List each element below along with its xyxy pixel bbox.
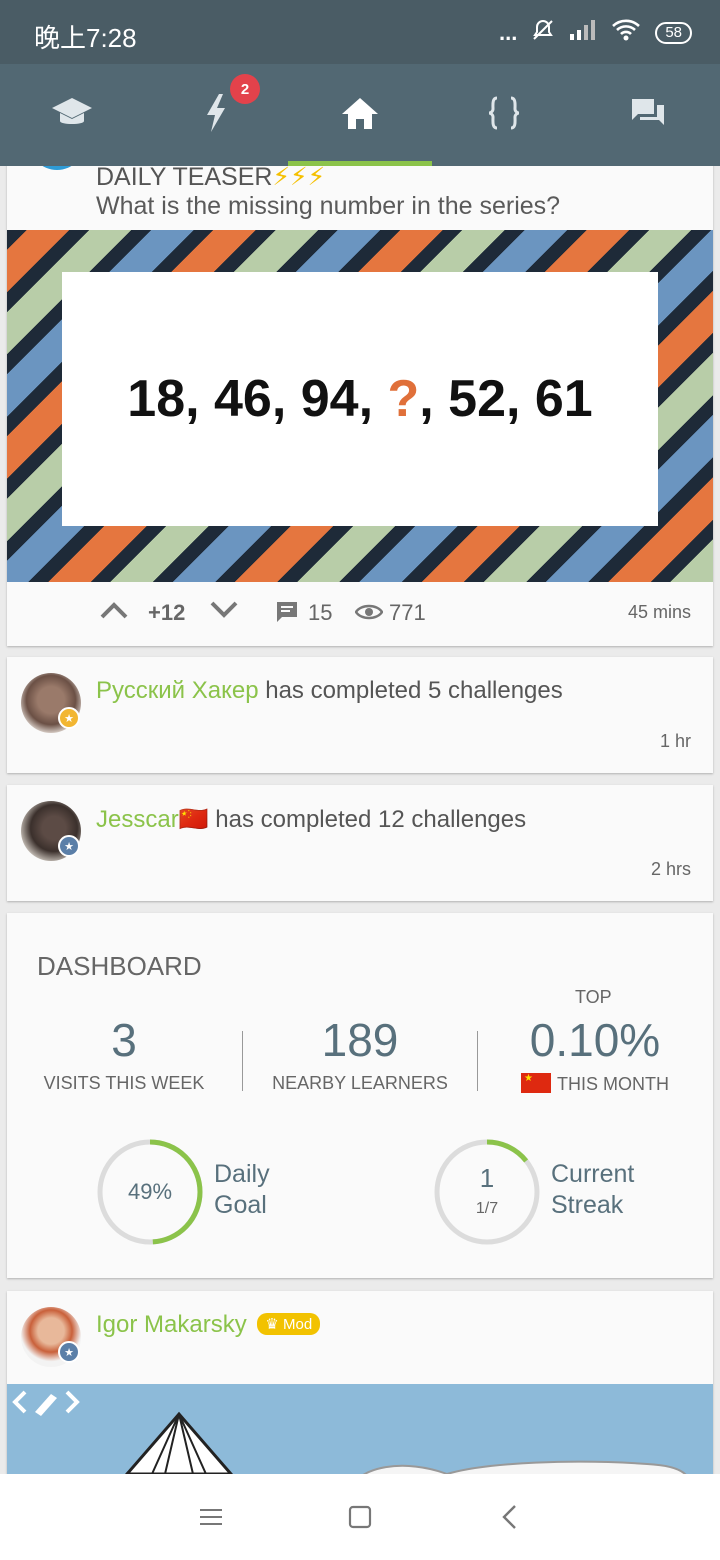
series-missing: ?	[387, 370, 420, 428]
streak-label: Current Streak	[551, 1159, 634, 1221]
battery-indicator: 58	[655, 22, 692, 44]
teaser-image[interactable]: 18, 46, 94, ?, 52, 61	[7, 230, 713, 582]
upvote-icon[interactable]	[99, 600, 129, 626]
user-link[interactable]: Igor Makarsky	[96, 1311, 247, 1338]
app-nav-bar: 2	[0, 64, 720, 166]
lightning-icon	[203, 93, 229, 138]
teaser-series: 18, 46, 94, ?, 52, 61	[127, 369, 592, 429]
comments-icon[interactable]	[275, 600, 299, 630]
mod-label: Mod	[283, 1316, 313, 1333]
bell-muted-icon	[531, 18, 555, 48]
notification-badge: 2	[230, 74, 260, 104]
code-braces-icon	[486, 95, 522, 136]
post-card[interactable]: ★ Igor Makarsky ♛ Mod	[7, 1291, 713, 1474]
top-label: TOP	[575, 987, 612, 1007]
comment-count: 15	[308, 600, 333, 625]
status-time: 晚上7:28	[34, 23, 137, 53]
home-icon	[341, 96, 379, 135]
daily-goal-label-1: Daily	[214, 1160, 270, 1188]
series-part-1: 18, 46, 94,	[127, 370, 388, 428]
status-bar: 晚上7:28 ... 58	[0, 0, 720, 64]
teaser-question: What is the missing number in the series…	[96, 192, 561, 220]
stat-visits: 3 VISITS THIS WEEK	[9, 1013, 239, 1094]
post-author: Igor Makarsky ♛ Mod	[96, 1311, 321, 1339]
graduation-cap-icon	[51, 96, 93, 135]
star-badge-icon: ★	[58, 1341, 80, 1363]
teaser-time: 45 mins	[627, 602, 691, 622]
feed-text: Русский Хакер has completed 5 challenges	[96, 677, 563, 705]
dashboard-title: DASHBOARD	[37, 951, 202, 981]
vote-count: +12	[148, 600, 186, 625]
home-feed[interactable]: DAILY TEASER⚡⚡⚡ What is the missing numb…	[0, 166, 720, 1474]
feed-item[interactable]: ★ Jesscar🇨🇳 has completed 12 challenges …	[7, 785, 713, 901]
star-badge-icon: ★	[58, 707, 80, 729]
feed-action: has completed 12 challenges	[208, 806, 527, 833]
teaser-actions: +12 15 771 45 mins	[7, 582, 713, 646]
china-flag-icon: 🇨🇳	[178, 806, 209, 833]
streak-label-1: Current	[551, 1160, 635, 1188]
feed-action: has completed 5 challenges	[258, 677, 563, 704]
teaser-title: DAILY TEASER	[96, 166, 273, 191]
stat-value: 0.10%	[529, 1014, 661, 1066]
chat-bubbles-icon	[630, 97, 666, 134]
view-count: 771	[389, 600, 426, 625]
dashboard-card: DASHBOARD TOP 3 VISITS THIS WEEK 189 NEA…	[7, 913, 713, 1278]
downvote-icon[interactable]	[209, 600, 239, 626]
daily-goal-label-2: Goal	[214, 1191, 267, 1219]
stat-divider	[477, 1031, 478, 1091]
back-icon[interactable]	[500, 1504, 520, 1535]
daily-teaser-card[interactable]: DAILY TEASER⚡⚡⚡ What is the missing numb…	[7, 166, 713, 646]
nav-discuss-tab[interactable]	[576, 64, 720, 166]
stat-value: 189	[321, 1014, 399, 1066]
eye-icon	[354, 602, 384, 628]
stat-divider	[242, 1031, 243, 1091]
mod-badge: ♛ Mod	[257, 1313, 321, 1335]
wifi-icon	[611, 18, 641, 48]
stat-label: NEARBY LEARNERS	[272, 1073, 448, 1093]
teaser-avatar	[29, 166, 85, 174]
series-part-2: , 52, 61	[419, 370, 593, 428]
feed-text: Jesscar🇨🇳 has completed 12 challenges	[96, 805, 526, 834]
crown-icon: ♛	[265, 1316, 279, 1333]
nav-home-tab[interactable]	[288, 64, 432, 166]
signal-icon	[569, 19, 597, 47]
streak-sub: 1/7	[475, 1200, 499, 1217]
teaser-heading: DAILY TEASER⚡⚡⚡	[96, 166, 325, 192]
streak-value: 1	[479, 1163, 495, 1193]
stat-label: THIS MONTH	[557, 1074, 669, 1094]
stat-value: 3	[111, 1014, 137, 1066]
nav-activity-tab[interactable]: 2	[144, 64, 288, 166]
more-dots-icon: ...	[498, 20, 518, 45]
teaser-series-box: 18, 46, 94, ?, 52, 61	[62, 272, 658, 526]
post-illustration	[125, 1411, 687, 1474]
feed-time: 1 hr	[659, 731, 691, 751]
system-nav-bar	[0, 1474, 720, 1560]
feed-item[interactable]: ★ Русский Хакер has completed 5 challeng…	[7, 657, 713, 773]
stat-top-rank: 0.10% ★ THIS MONTH	[480, 1013, 710, 1095]
user-link[interactable]: Jesscar	[96, 806, 179, 833]
stat-label-row: ★ THIS MONTH	[480, 1073, 710, 1095]
code-edit-icon	[11, 1388, 81, 1421]
nav-learn-tab[interactable]	[0, 64, 144, 166]
status-icons: ... 58	[499, 18, 692, 48]
menu-icon[interactable]	[199, 1507, 223, 1532]
stat-nearby-learners: 189 NEARBY LEARNERS	[245, 1013, 475, 1094]
home-square-icon[interactable]	[348, 1505, 372, 1534]
china-flag-icon: ★	[521, 1073, 551, 1093]
streak-label-2: Streak	[551, 1191, 624, 1219]
star-badge-icon: ★	[58, 835, 80, 857]
nav-code-tab[interactable]	[432, 64, 576, 166]
stat-label: VISITS THIS WEEK	[43, 1073, 205, 1093]
daily-goal-label: Daily Goal	[214, 1159, 270, 1221]
user-link[interactable]: Русский Хакер	[96, 677, 259, 704]
daily-goal-percent: 49%	[127, 1179, 173, 1204]
lightning-bolts-icon: ⚡⚡⚡	[272, 166, 326, 191]
post-image[interactable]	[7, 1384, 713, 1474]
feed-time: 2 hrs	[650, 859, 691, 879]
